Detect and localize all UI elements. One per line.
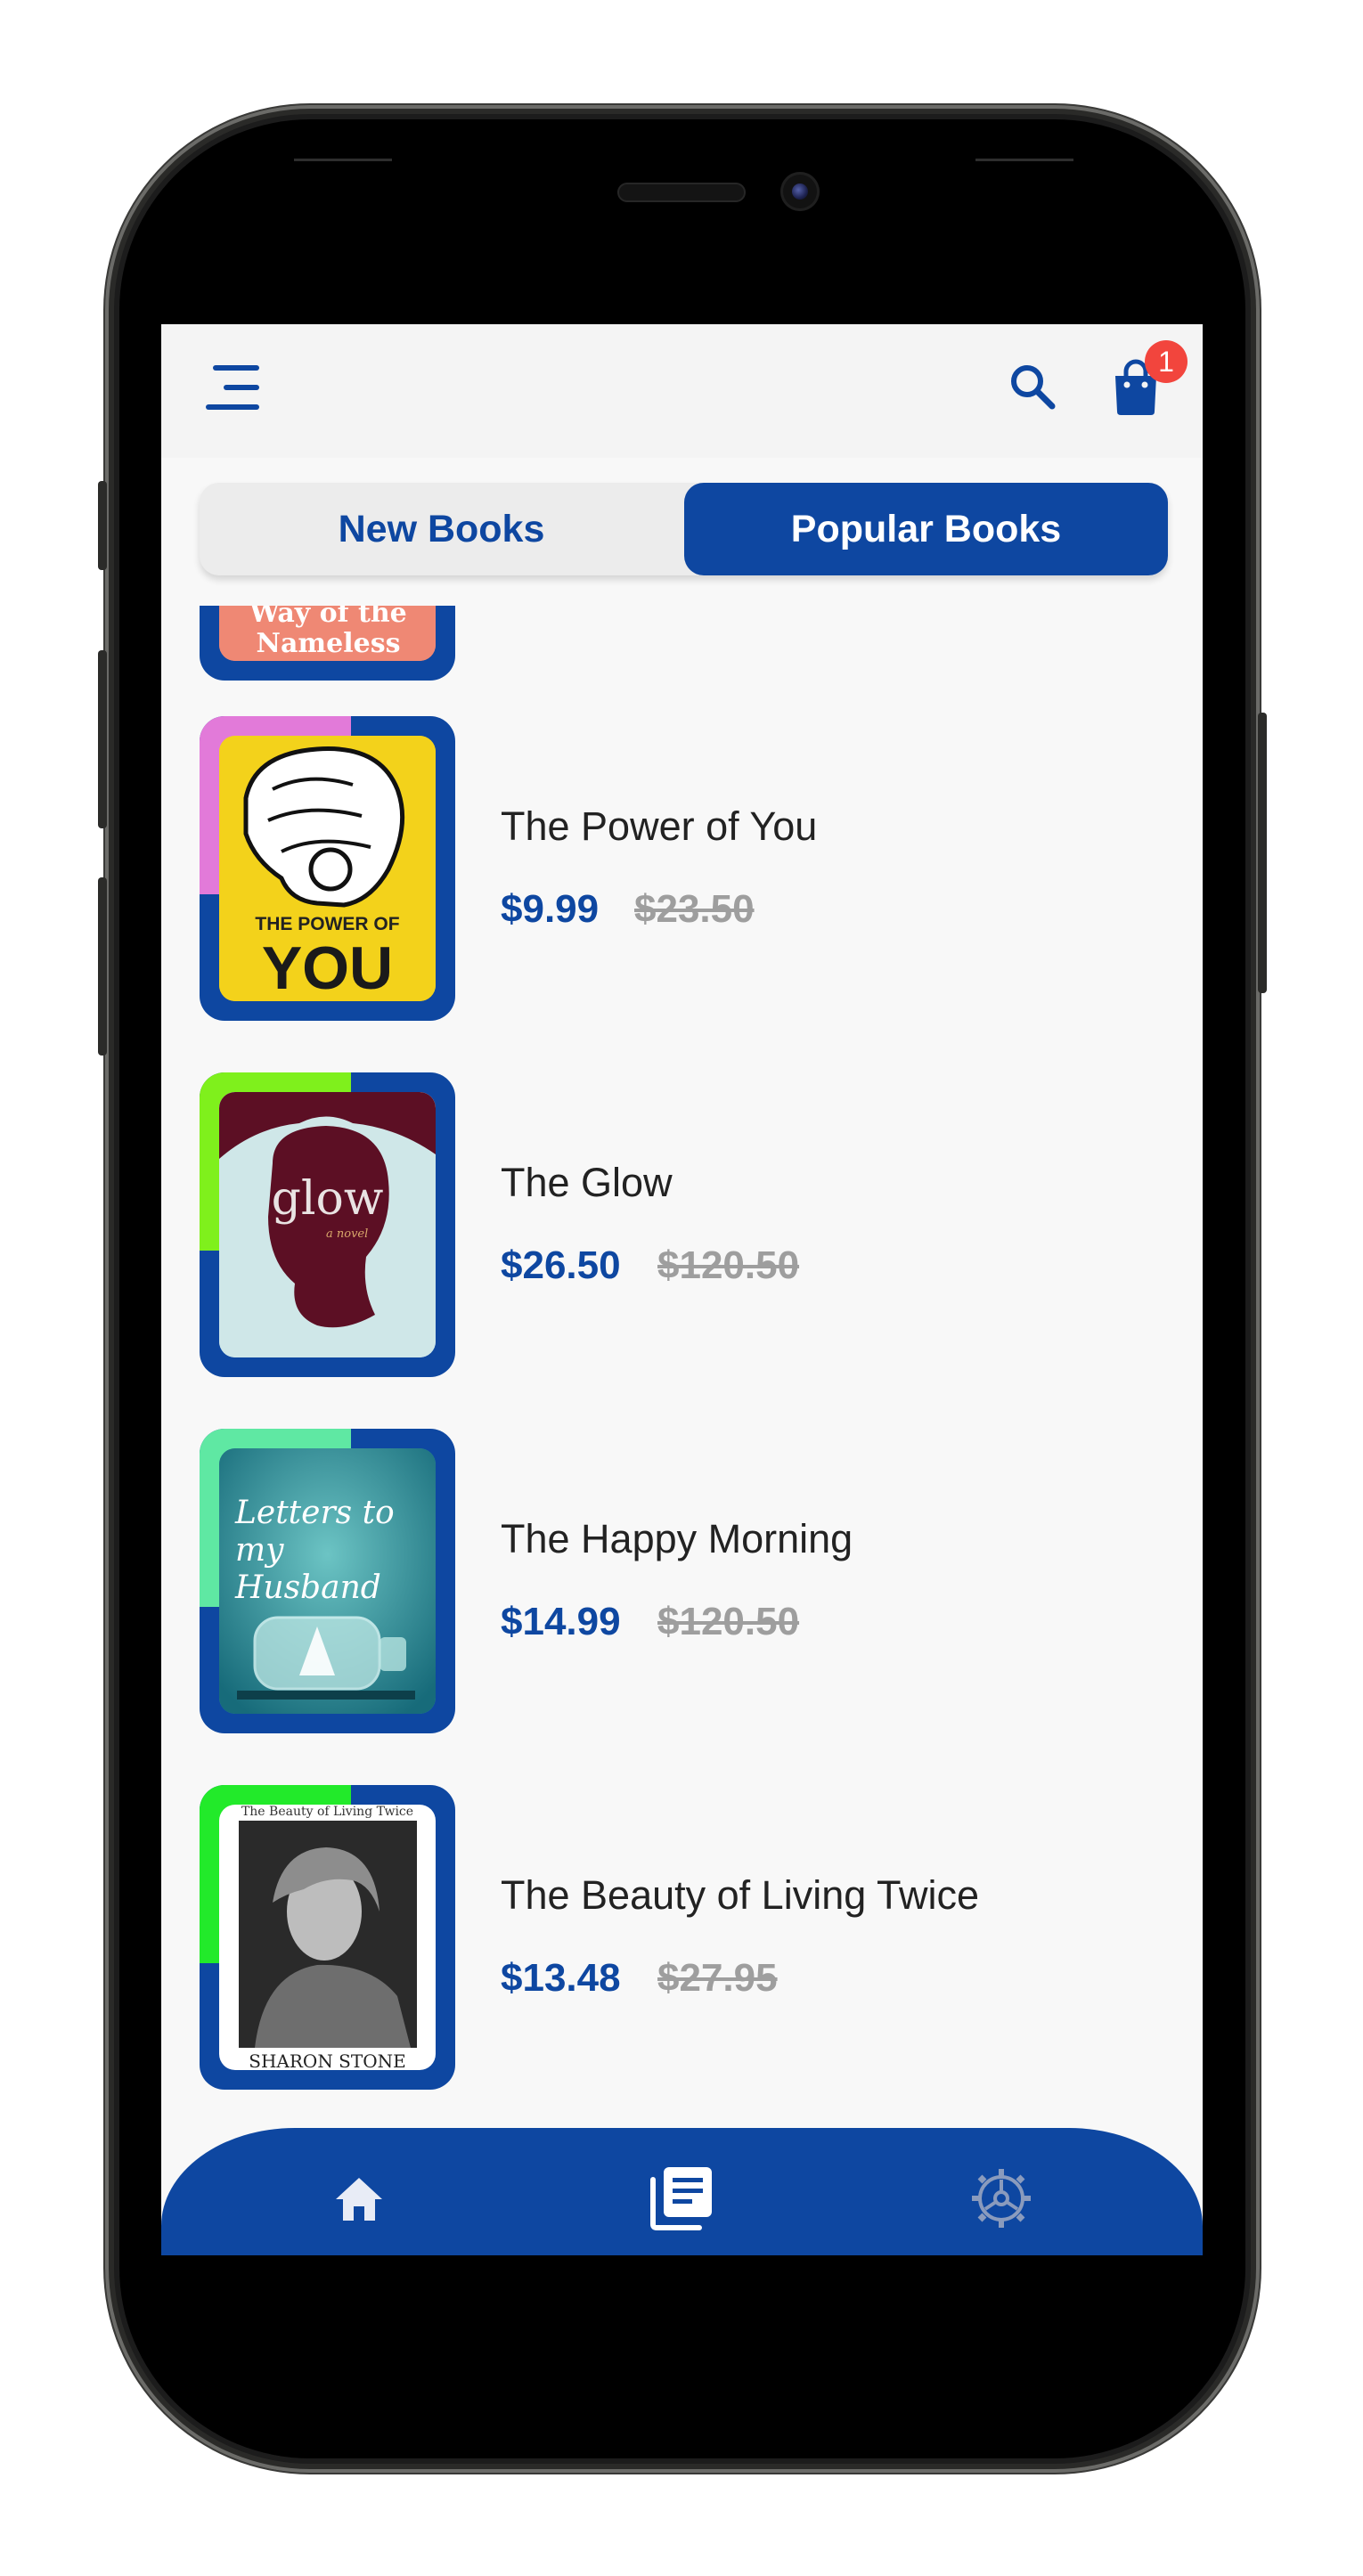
earpiece-speaker (617, 183, 746, 202)
book-cover-frame: THE POWER OF YOU (200, 716, 455, 1021)
list-item[interactable]: The Beauty of Living Twice SHARON STONE … (200, 1785, 1179, 2090)
cart-count-badge: 1 (1145, 340, 1188, 383)
list-item[interactable]: Way of the Nameless (200, 606, 1179, 681)
portrait-photo (239, 1821, 417, 2048)
list-item[interactable]: Letters to my Husband The Happy Morning … (200, 1429, 1179, 1733)
book-cover: Way of the Nameless (219, 606, 436, 661)
book-cover-frame: Way of the Nameless (200, 606, 455, 681)
book-cover: Letters to my Husband (219, 1448, 436, 1714)
library-icon[interactable] (648, 2164, 715, 2231)
book-cover-frame: Letters to my Husband (200, 1429, 455, 1733)
cover-title: Letters to my Husband (235, 1495, 395, 1606)
antenna-line (975, 159, 1073, 161)
tab-new-books[interactable]: New Books (200, 483, 683, 575)
book-cover: The Beauty of Living Twice SHARON STONE (219, 1805, 436, 2070)
home-icon[interactable] (332, 2172, 386, 2226)
book-title: The Beauty of Living Twice (501, 1872, 979, 1918)
antenna-line (294, 159, 392, 161)
book-price: $14.99 (501, 1600, 621, 1643)
bottom-navigation (161, 2128, 1203, 2255)
book-price: $13.48 (501, 1956, 621, 2000)
book-title: The Power of You (501, 803, 818, 849)
book-title: The Glow (501, 1160, 673, 1205)
cover-title-top: THE POWER OF (255, 914, 400, 934)
cover-title-bottom: YOU (261, 934, 394, 1001)
settings-icon[interactable] (970, 2167, 1032, 2230)
cover-author: SHARON STONE (249, 2050, 406, 2070)
book-price: $26.50 (501, 1243, 621, 1287)
book-title: The Happy Morning (501, 1516, 853, 1561)
volume-up-button (98, 650, 107, 828)
book-cover: THE POWER OF YOU (219, 736, 436, 1001)
tab-popular-books[interactable]: Popular Books (684, 483, 1168, 575)
book-old-price: $120.50 (657, 1600, 800, 1643)
book-cover-frame: glow a novel (200, 1072, 455, 1377)
book-old-price: $27.95 (657, 1956, 778, 2000)
book-old-price: $120.50 (657, 1243, 800, 1287)
cover-title: Way of the Nameless (249, 606, 407, 659)
book-old-price: $23.50 (634, 887, 755, 931)
list-item[interactable]: THE POWER OF YOU The Power of You $9.99 … (200, 716, 1179, 1021)
app-bar: 1 (161, 324, 1203, 458)
search-icon[interactable] (1006, 360, 1059, 413)
cover-title: glow (271, 1172, 384, 1226)
list-item[interactable]: glow a novel The Glow $26.50 $120.50 (200, 1072, 1179, 1377)
front-camera (780, 172, 820, 211)
book-cover-frame: The Beauty of Living Twice SHARON STONE (200, 1785, 455, 2090)
volume-down-button (98, 877, 107, 1056)
book-price: $9.99 (501, 887, 600, 931)
book-cover: glow a novel (219, 1092, 436, 1357)
cover-subtitle: a novel (326, 1227, 369, 1241)
mute-switch (98, 481, 107, 570)
book-category-tabs: New Books Popular Books (200, 483, 1168, 575)
book-list: Way of the Nameless THE POWER OF YOU The… (161, 606, 1203, 2209)
app-screen: 1 New Books Popular Books Way of the Nam… (161, 324, 1203, 2255)
menu-icon[interactable] (206, 360, 259, 415)
power-button (1258, 713, 1267, 993)
